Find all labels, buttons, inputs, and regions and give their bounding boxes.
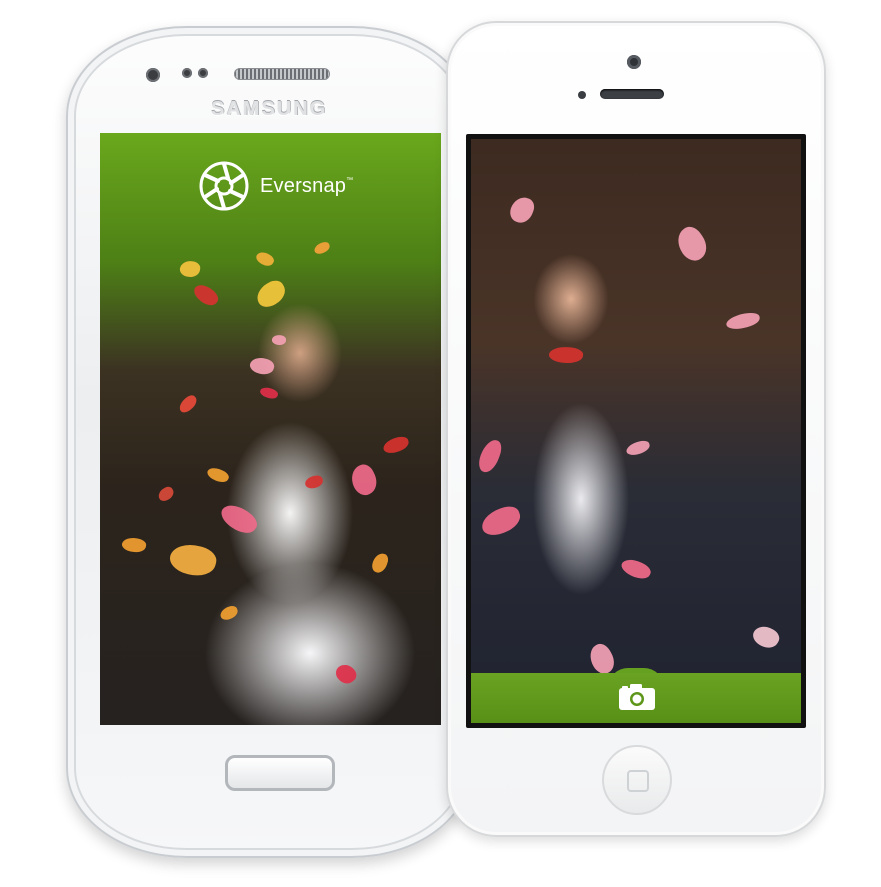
petal xyxy=(624,439,652,457)
petal xyxy=(725,311,761,331)
petal xyxy=(166,539,220,581)
capture-photo-button[interactable] xyxy=(618,683,656,711)
front-sensor xyxy=(182,68,192,78)
front-sensor xyxy=(198,68,208,78)
petal xyxy=(619,555,653,583)
petal xyxy=(156,484,176,504)
petal xyxy=(332,660,360,688)
petal xyxy=(478,502,524,540)
petal xyxy=(252,276,290,312)
earpiece-speaker xyxy=(600,89,664,99)
petal xyxy=(312,240,332,256)
app-logo: Eversnap™ xyxy=(198,160,353,212)
front-sensor xyxy=(146,68,160,82)
petal xyxy=(258,385,280,401)
iphone-home-button[interactable] xyxy=(602,745,672,815)
petal xyxy=(304,474,324,490)
petal xyxy=(218,604,240,622)
ios-app-screen xyxy=(471,139,801,723)
petal xyxy=(120,536,148,554)
petal xyxy=(475,436,505,476)
petal xyxy=(671,222,713,266)
iphone-phone xyxy=(446,21,826,837)
home-square-icon xyxy=(627,770,649,792)
petal xyxy=(248,355,276,377)
petal xyxy=(178,259,202,279)
petal xyxy=(548,345,584,365)
android-app-screen: Eversnap™ xyxy=(100,133,441,725)
proximity-sensor xyxy=(578,91,586,99)
eversnap-logo-icon xyxy=(199,161,249,211)
petal xyxy=(381,434,411,456)
petal xyxy=(507,194,537,226)
petal xyxy=(205,464,231,486)
petal xyxy=(346,461,382,499)
front-camera xyxy=(627,55,641,69)
brand-label: SAMSUNG xyxy=(210,98,328,120)
app-logo-text: Eversnap™ xyxy=(260,174,354,197)
samsung-phone: SAMSUNG Eversnap™ xyxy=(66,26,472,858)
petal xyxy=(370,551,390,575)
petal xyxy=(217,499,261,539)
petal xyxy=(176,392,200,416)
camera-icon xyxy=(619,684,655,710)
speaker-grille xyxy=(234,68,330,80)
samsung-home-button[interactable] xyxy=(225,755,335,791)
petal xyxy=(749,621,783,653)
petal xyxy=(271,333,287,347)
petal xyxy=(190,280,222,310)
petal xyxy=(254,249,276,269)
